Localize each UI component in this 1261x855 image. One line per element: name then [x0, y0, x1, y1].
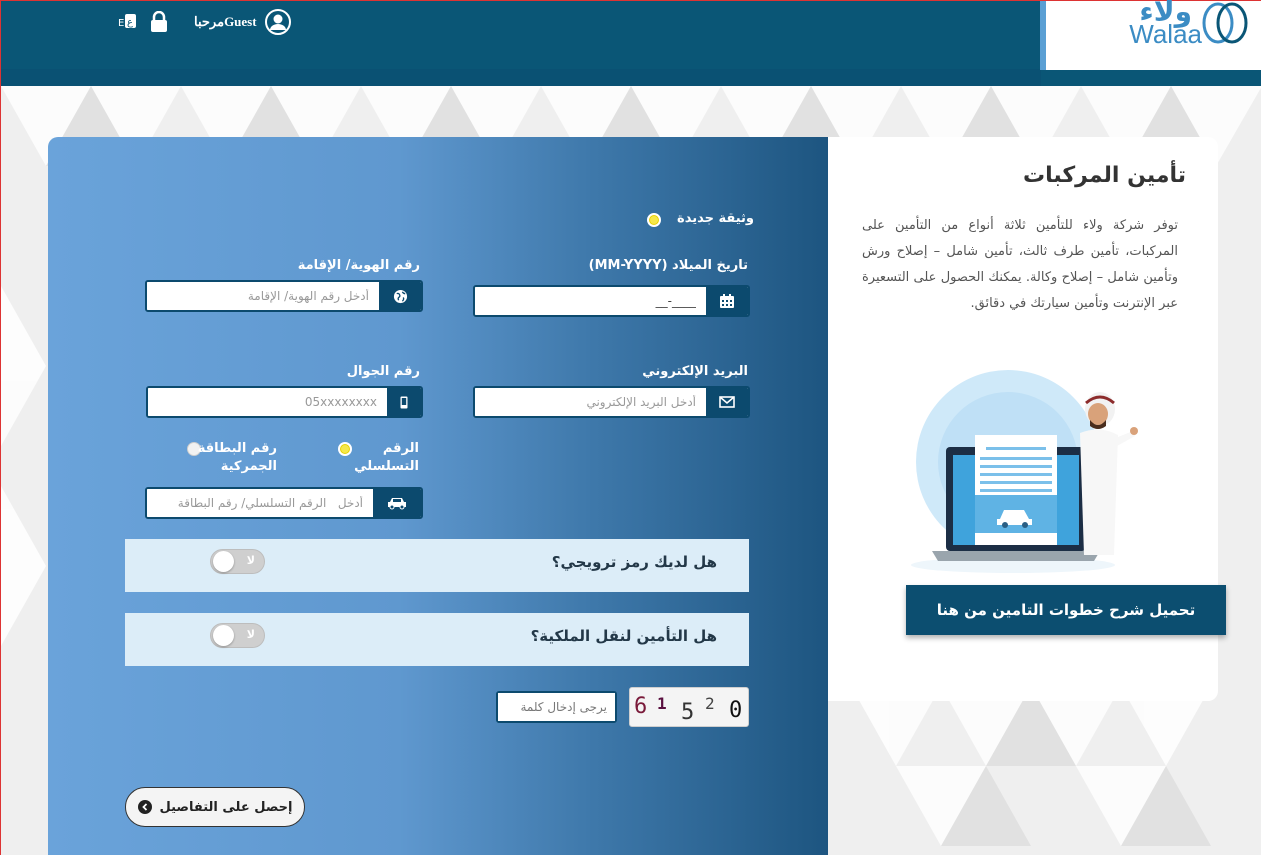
captcha-digit: 6 [634, 694, 648, 719]
vehicle-id-field[interactable] [145, 487, 423, 519]
serial-number-label: الرقم التسلسلي [354, 441, 419, 474]
ownership-transfer-row: هل التأمين لنقل الملكية؟ لا [125, 613, 749, 666]
ownership-transfer-toggle[interactable]: لا [210, 623, 265, 648]
calendar-icon[interactable] [706, 287, 748, 315]
mobile-label: رقم الجوال [346, 364, 420, 379]
download-guide-label: تحميل شرح خطوات التامين من هنا [936, 601, 1196, 619]
chevron-left-icon [137, 800, 152, 814]
email-field[interactable] [473, 386, 750, 418]
new-policy-label: وثيقة جديدة [677, 211, 754, 226]
info-description: توفر شركة ولاء للتأمين ثلاثة أنواع من ال… [862, 218, 1178, 311]
email-input[interactable] [475, 388, 706, 416]
language-switch-icon[interactable]: E ع [116, 12, 138, 32]
mobile-phone-icon [387, 388, 421, 416]
logo-text-english: Walaa [1129, 19, 1202, 49]
captcha-digit: 2 [705, 694, 715, 713]
download-guide-button[interactable]: تحميل شرح خطوات التامين من هنا [906, 585, 1226, 635]
toggle-knob [213, 551, 234, 572]
id-input[interactable] [147, 282, 379, 310]
laptop-insurance-illustration [911, 370, 1138, 573]
user-icon [264, 9, 291, 35]
envelope-icon [706, 388, 748, 416]
captcha-digit: 1 [657, 694, 667, 713]
get-details-label: إحصل على التفاصيل [159, 799, 293, 815]
lock-icon[interactable] [148, 11, 170, 33]
captcha-digit: 0 [729, 698, 743, 723]
globe-icon [379, 282, 421, 310]
user-greeting[interactable]: مرحباGuest [194, 9, 291, 35]
get-details-button[interactable]: إحصل على التفاصيل [125, 787, 305, 827]
info-title: تأمين المركبات [1023, 163, 1186, 188]
captcha-digit: 5 [681, 700, 695, 725]
toggle-label: لا [246, 628, 255, 641]
header-band [1, 69, 1041, 86]
toggle-knob [213, 625, 234, 646]
toggle-label: لا [246, 554, 255, 567]
serial-number-radio[interactable] [338, 442, 352, 456]
vehicle-id-input[interactable] [147, 489, 373, 517]
logo[interactable]: ولاء Walaa [1040, 0, 1261, 70]
new-policy-radio[interactable] [647, 213, 661, 227]
car-icon [373, 489, 421, 517]
greeting-text: مرحباGuest [194, 14, 257, 29]
dob-field[interactable] [473, 285, 750, 317]
email-label: البريد الإلكتروني [642, 364, 748, 379]
dob-label: تاريخ الميلاد (MM-YYYY) [588, 258, 748, 273]
captcha-input[interactable] [498, 693, 615, 721]
promo-code-question: هل لديك رمز ترويجي؟ [551, 553, 717, 571]
mobile-input[interactable] [148, 388, 387, 416]
promo-code-row: هل لديك رمز ترويجي؟ لا [125, 539, 749, 592]
promo-code-toggle[interactable]: لا [210, 549, 265, 574]
id-label: رقم الهوية/ الإقامة [297, 258, 420, 273]
svg-text:E: E [118, 18, 124, 29]
captcha-image: 6 1 5 2 0 [629, 687, 749, 727]
id-field[interactable] [145, 280, 423, 312]
captcha-field[interactable] [496, 691, 617, 723]
customs-card-label: رقم البطاقة الجمركية [197, 441, 277, 474]
lang-label: ع [127, 17, 133, 28]
top-bar: E ع مرحباGuest [116, 9, 291, 35]
dob-input[interactable] [475, 287, 706, 315]
logo-rings-icon [1202, 2, 1248, 44]
ownership-transfer-question: هل التأمين لنقل الملكية؟ [530, 627, 717, 645]
site-header: ولاء Walaa E ع مرحباGuest [1, 0, 1261, 86]
mobile-field[interactable] [146, 386, 423, 418]
